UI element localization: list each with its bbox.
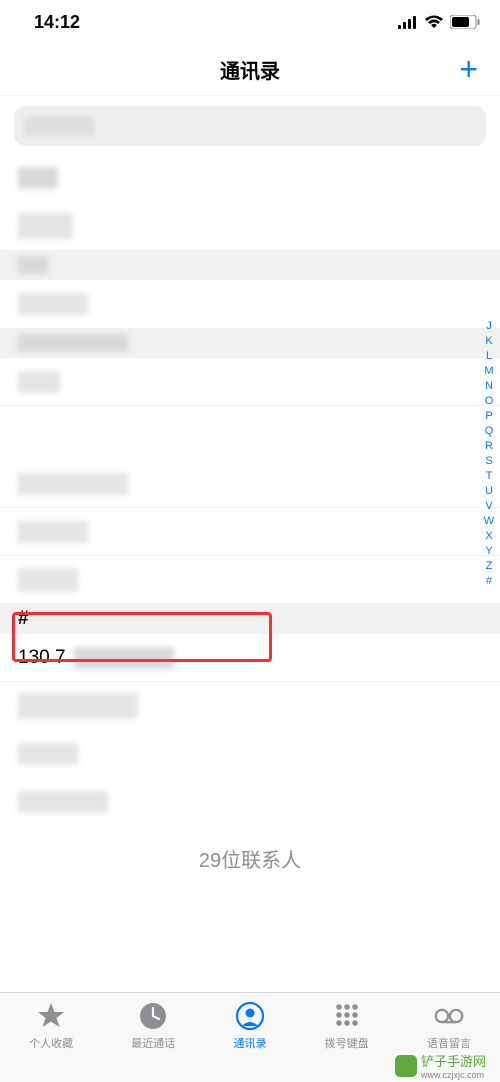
watermark-logo-icon bbox=[395, 1055, 417, 1077]
keypad-icon bbox=[332, 1001, 362, 1031]
watermark-url: www.czjxjc.com bbox=[421, 1070, 486, 1080]
contact-number: 130 7 bbox=[18, 647, 174, 669]
watermark: 铲子手游网 www.czjxjc.com bbox=[395, 1051, 486, 1080]
index-letter[interactable]: W bbox=[484, 515, 494, 527]
contacts-count: 29位联系人 bbox=[0, 844, 500, 873]
index-letter[interactable]: K bbox=[485, 335, 492, 347]
status-bar: 14:12 bbox=[0, 0, 500, 44]
tab-label: 最近通话 bbox=[131, 1035, 175, 1051]
contacts-list[interactable]: # 130 7 29位联系人 bbox=[0, 154, 500, 873]
signal-icon bbox=[398, 16, 418, 29]
nav-bar: 通讯录 + bbox=[0, 44, 500, 96]
search-input[interactable] bbox=[14, 106, 486, 146]
page-title: 通讯录 bbox=[220, 55, 280, 84]
list-item[interactable] bbox=[0, 154, 500, 202]
index-letter[interactable]: U bbox=[485, 485, 493, 497]
index-letter[interactable]: Y bbox=[485, 545, 492, 557]
index-letter[interactable]: R bbox=[485, 440, 493, 452]
index-letter[interactable]: Z bbox=[486, 560, 493, 572]
list-item[interactable] bbox=[0, 556, 500, 604]
list-item[interactable] bbox=[0, 280, 500, 328]
section-header bbox=[0, 250, 500, 280]
list-item[interactable] bbox=[0, 508, 500, 556]
list-item[interactable] bbox=[0, 682, 500, 730]
list-item[interactable] bbox=[0, 406, 500, 460]
tab-label: 语音留言 bbox=[427, 1035, 471, 1051]
index-letter[interactable]: O bbox=[485, 395, 494, 407]
list-item[interactable] bbox=[0, 778, 500, 826]
index-letter[interactable]: T bbox=[486, 470, 493, 482]
tab-label: 拨号键盘 bbox=[325, 1035, 369, 1051]
tab-label: 个人收藏 bbox=[29, 1035, 73, 1051]
star-icon bbox=[36, 1001, 66, 1031]
status-time: 14:12 bbox=[34, 12, 80, 33]
search-placeholder-blur bbox=[24, 116, 94, 136]
section-header-hash: # bbox=[0, 604, 500, 634]
index-letter[interactable]: P bbox=[485, 410, 492, 422]
wifi-icon bbox=[424, 15, 444, 29]
clock-icon bbox=[138, 1001, 168, 1031]
tab-keypad[interactable]: 拨号键盘 bbox=[325, 1001, 369, 1082]
battery-icon bbox=[450, 15, 480, 29]
index-letter[interactable]: L bbox=[486, 350, 492, 362]
tab-contacts[interactable]: 通讯录 bbox=[233, 1001, 266, 1082]
list-item[interactable] bbox=[0, 460, 500, 508]
tab-label: 通讯录 bbox=[233, 1035, 266, 1051]
index-letter[interactable]: J bbox=[486, 320, 492, 332]
voicemail-icon bbox=[434, 1001, 464, 1031]
alphabet-index[interactable]: JKLMNOPQRSTUVWXYZ # bbox=[480, 320, 498, 587]
index-letter[interactable]: X bbox=[485, 530, 492, 542]
list-item[interactable] bbox=[0, 730, 500, 778]
tab-recents[interactable]: 最近通话 bbox=[131, 1001, 175, 1082]
watermark-text: 铲子手游网 bbox=[421, 1051, 486, 1070]
index-letter[interactable]: # bbox=[486, 575, 492, 587]
index-letter[interactable]: Q bbox=[485, 425, 494, 437]
contact-icon bbox=[235, 1001, 265, 1031]
list-item-highlighted[interactable]: 130 7 bbox=[0, 634, 500, 682]
section-header bbox=[0, 328, 500, 358]
list-item[interactable] bbox=[0, 202, 500, 250]
list-item[interactable] bbox=[0, 358, 500, 406]
index-letter[interactable]: N bbox=[485, 380, 493, 392]
index-letter[interactable]: V bbox=[485, 500, 492, 512]
tab-favorites[interactable]: 个人收藏 bbox=[29, 1001, 73, 1082]
index-letter[interactable]: M bbox=[484, 365, 493, 377]
index-letter[interactable]: S bbox=[485, 455, 492, 467]
add-contact-button[interactable]: + bbox=[459, 51, 478, 88]
status-icons bbox=[398, 15, 480, 29]
